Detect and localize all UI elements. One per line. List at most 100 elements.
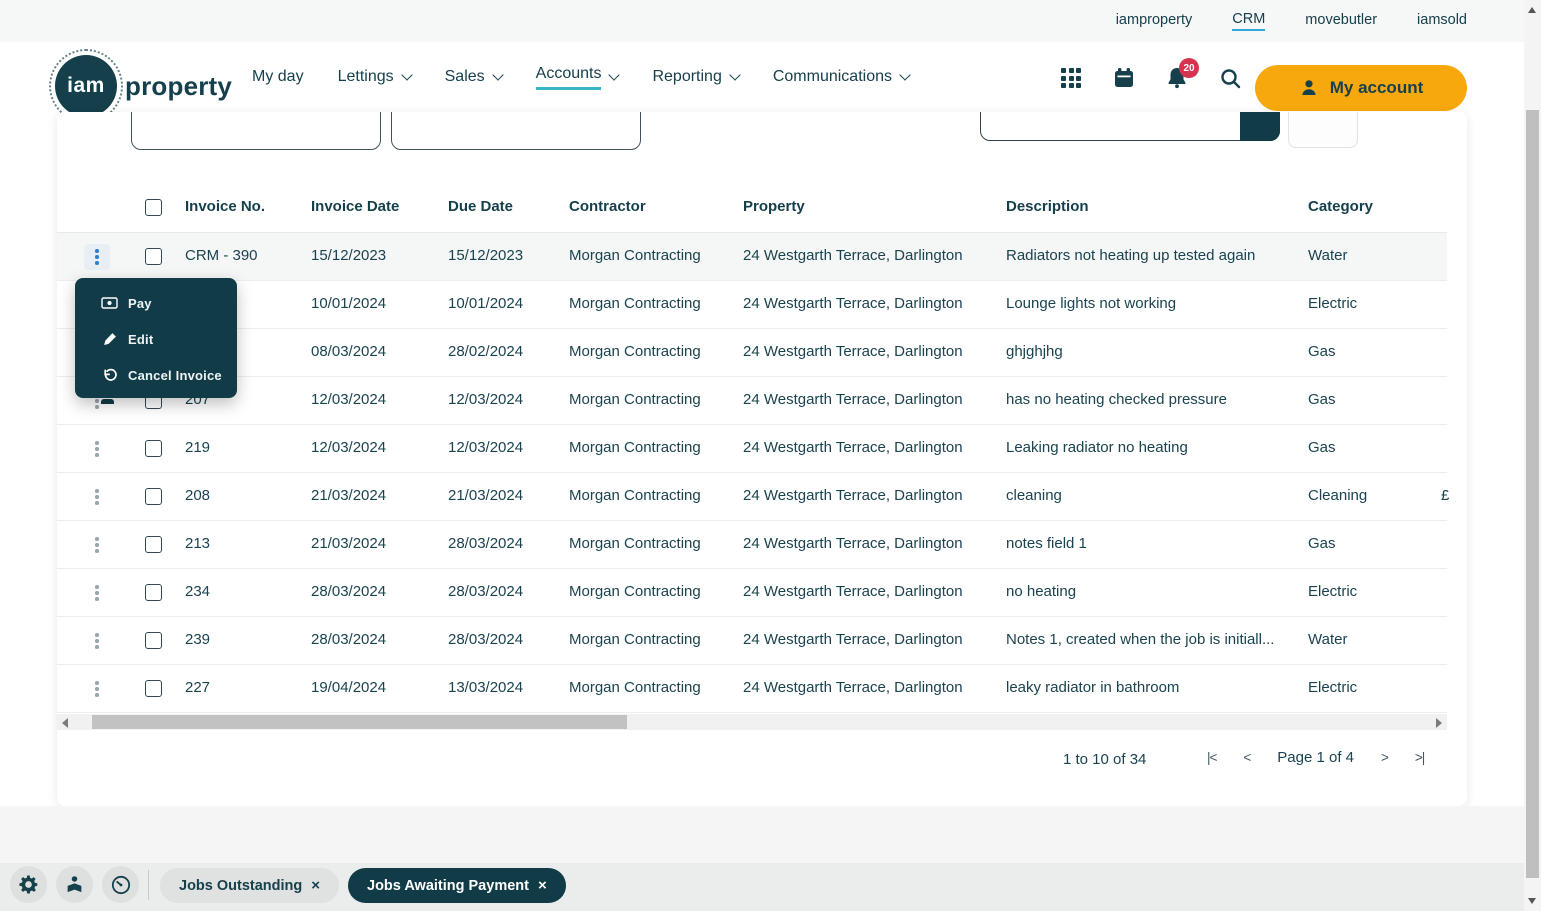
iamproperty-logo[interactable]: iam property [49,49,233,123]
notification-count-badge: 20 [1179,58,1199,78]
table-row[interactable]: CRM - 390 15/12/2023 15/12/2023 Morgan C… [57,233,1447,281]
product-switcher-bar: iamproperty CRM movebutler iamsold [0,0,1524,42]
dashboard-gauge-icon[interactable] [102,866,139,903]
nav-reporting[interactable]: Reporting [652,68,741,88]
filters-strip: All All [57,112,1467,150]
product-links: iamproperty CRM movebutler iamsold [1116,0,1467,42]
header-property: Property [743,198,805,215]
header-contractor: Contractor [569,198,646,215]
link-movebutler[interactable]: movebutler [1305,12,1377,30]
first-page-button[interactable]: |< [1207,750,1217,765]
prev-page-button[interactable]: < [1243,750,1251,765]
header-category: Category [1308,198,1374,215]
menu-item-pay[interactable]: Pay [75,285,237,321]
vertical-scrollbar[interactable] [1524,0,1541,911]
chevron-down-icon [608,68,621,81]
filter-dropdown-2[interactable]: All [391,112,641,150]
table-row[interactable]: 234 28/03/2024 28/03/2024 Morgan Contrac… [57,569,1447,617]
row-checkbox[interactable] [145,584,162,601]
table-row[interactable]: 10/01/2024 10/01/2024 Morgan Contracting… [57,281,1447,329]
menu-item-partial-icon [101,399,114,404]
row-kebab-menu-icon[interactable] [84,484,110,510]
row-checkbox[interactable] [145,680,162,697]
row-kebab-menu-icon[interactable] [84,532,110,558]
table-row[interactable]: 207 12/03/2024 12/03/2024 Morgan Contrac… [57,377,1447,425]
scroll-up-arrow-icon[interactable] [1528,7,1536,13]
nav-lettings[interactable]: Lettings [338,68,413,88]
row-checkbox[interactable] [145,440,162,457]
undo-icon [101,368,118,383]
menu-item-cancel-invoice[interactable]: Cancel Invoice [75,357,237,393]
row-checkbox[interactable] [145,632,162,649]
gear-icon[interactable] [10,866,47,903]
chip-jobs-awaiting-payment[interactable]: Jobs Awaiting Payment × [348,868,566,903]
table-row[interactable]: 208 21/03/2024 21/03/2024 Morgan Contrac… [57,473,1449,521]
next-page-button[interactable]: > [1381,750,1389,765]
close-icon[interactable]: × [311,877,320,894]
pagination-summary: 1 to 10 of 34 [1063,751,1147,768]
nav-accounts[interactable]: Accounts [535,65,621,92]
scroll-left-arrow-icon[interactable] [62,718,68,728]
row-checkbox[interactable] [145,536,162,553]
horizontal-scrollbar-thumb[interactable] [92,715,627,729]
crm-invoices-screen: iamproperty CRM movebutler iamsold iam p… [0,0,1541,911]
table-row[interactable]: 227 19/04/2024 13/03/2024 Morgan Contrac… [57,665,1447,713]
logo-circle: iam [49,49,123,123]
table-row[interactable]: 239 28/03/2024 28/03/2024 Morgan Contrac… [57,617,1447,665]
apps-grid-icon[interactable] [1058,65,1084,91]
calendar-icon[interactable] [1111,65,1137,91]
chevron-down-icon [729,68,741,81]
bottom-bar-divider [148,870,149,900]
pen-icon [101,332,118,346]
last-page-button[interactable]: >| [1415,750,1425,765]
row-kebab-menu-icon[interactable] [84,628,110,654]
nav-my-day[interactable]: My day [252,68,304,88]
chevron-down-icon [491,68,504,81]
logo-iam-text: iam [67,74,105,97]
table-row[interactable]: 213 21/03/2024 28/03/2024 Morgan Contrac… [57,521,1447,569]
row-checkbox[interactable] [145,488,162,505]
table-body: CRM - 390 15/12/2023 15/12/2023 Morgan C… [57,233,1449,713]
table-search-button[interactable] [1240,112,1280,141]
row-checkbox[interactable] [145,248,162,265]
training-icon[interactable] [56,866,93,903]
link-iamsold[interactable]: iamsold [1417,12,1467,30]
chip-jobs-outstanding[interactable]: Jobs Outstanding × [160,868,340,903]
primary-nav: My day Lettings Sales Accounts Reporting… [252,42,911,114]
secondary-action-button[interactable] [1288,112,1358,148]
person-icon [1302,80,1316,95]
invoices-card: All All Invoice No. Invoice Date Due Dat… [57,112,1467,806]
row-context-menu: Pay Edit Cancel Invoice [75,278,237,398]
row-kebab-menu-icon[interactable] [84,676,110,702]
scroll-down-arrow-icon[interactable] [1528,898,1536,904]
scroll-right-arrow-icon[interactable] [1436,718,1442,728]
row-kebab-menu-icon[interactable] [84,580,110,606]
table-search-input[interactable] [980,112,1280,141]
select-all-checkbox[interactable] [145,199,162,216]
banknote-icon [101,297,118,309]
logo-wordmark: property [125,70,233,101]
chevron-down-icon [899,68,911,81]
table-row[interactable]: 219 12/03/2024 12/03/2024 Morgan Contrac… [57,425,1447,473]
link-iamproperty[interactable]: iamproperty [1116,12,1193,30]
close-icon[interactable]: × [538,877,547,894]
table-row[interactable]: 08/03/2024 28/02/2024 Morgan Contracting… [57,329,1447,377]
horizontal-scrollbar[interactable] [57,714,1447,730]
main-header: iam property My day Lettings Sales Accou… [0,42,1524,123]
my-account-button[interactable]: My account [1255,65,1467,111]
vertical-scrollbar-thumb[interactable] [1526,110,1539,878]
filter-dropdown-1[interactable]: All [131,112,381,150]
search-icon[interactable] [1217,65,1243,91]
bell-icon[interactable]: 20 [1164,58,1199,91]
chevron-down-icon [400,68,413,81]
link-crm[interactable]: CRM [1232,11,1266,31]
nav-sales[interactable]: Sales [445,68,504,88]
bottom-bar: Jobs Outstanding × Jobs Awaiting Payment… [0,863,1541,911]
header-invoice-no: Invoice No. [185,198,266,215]
menu-item-edit[interactable]: Edit [75,321,237,357]
row-kebab-menu-icon[interactable] [84,244,110,270]
header-icon-cluster: 20 [1058,42,1243,114]
row-kebab-menu-icon[interactable] [84,436,110,462]
my-account-label: My account [1329,78,1424,97]
nav-communications[interactable]: Communications [773,68,911,88]
